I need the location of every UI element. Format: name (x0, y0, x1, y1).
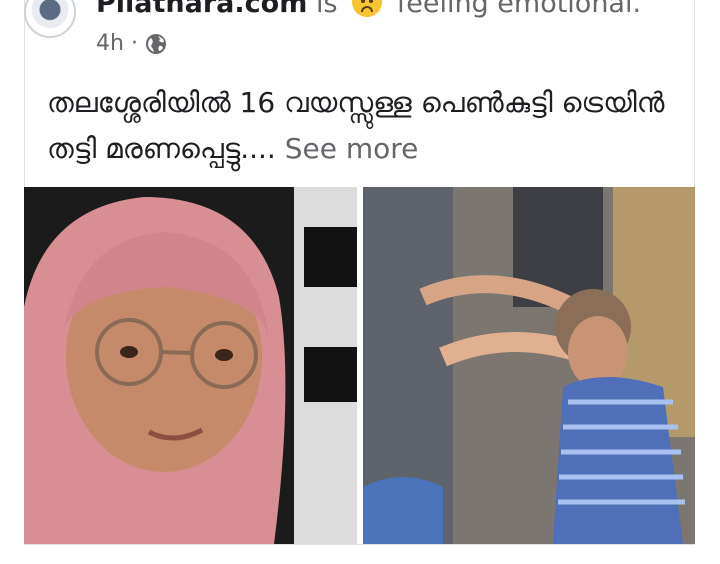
post-meta: 4h · (96, 30, 167, 58)
post-timestamp[interactable]: 4h (96, 30, 124, 58)
photo-crying-child-crowd[interactable] (363, 187, 695, 544)
is-text: is (315, 0, 338, 19)
see-more-link[interactable]: See more (285, 132, 419, 165)
photo-girl-hijab-glasses[interactable] (24, 187, 357, 544)
feeling-text: feeling emotional. (396, 0, 642, 19)
globe-icon[interactable] (145, 33, 167, 55)
meta-separator: · (130, 31, 138, 56)
page-name-link[interactable]: Pilathara.com (96, 0, 307, 19)
sad-face-icon (352, 0, 383, 17)
post-body: തലശ്ശേരിയിൽ 16 വയസ്സുള്ള പെൺകുട്ടി ട്രെയ… (47, 80, 677, 172)
post-header: Pilathara.com is feeling emotional. (96, 0, 641, 22)
